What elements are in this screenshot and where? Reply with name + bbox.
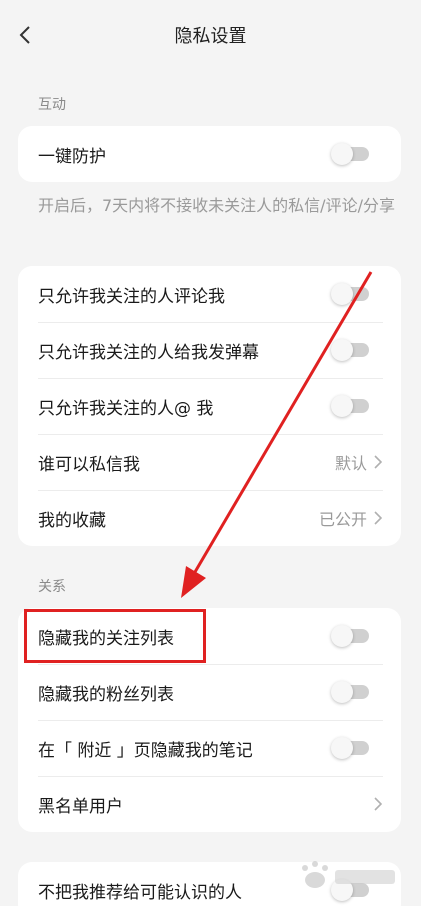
danmu-permission-toggle[interactable] bbox=[331, 339, 371, 361]
row-one-key-protection[interactable]: 一键防护 bbox=[18, 126, 401, 182]
row-label: 隐藏我的粉丝列表 bbox=[38, 684, 174, 705]
row-label: 黑名单用户 bbox=[38, 796, 123, 817]
privacy-settings-page: 隐私设置 互动 一键防护 开启后，7天内将不接收未关注人的私信/评论/分享 只允… bbox=[0, 0, 421, 906]
row-label: 一键防护 bbox=[38, 146, 106, 167]
one-key-protection-toggle[interactable] bbox=[331, 143, 371, 165]
interaction-settings-card: 只允许我关注的人评论我 只允许我关注的人给我发弹幕 只允许我关注的人@ 我 谁可… bbox=[18, 266, 401, 546]
row-hide-fans[interactable]: 隐藏我的粉丝列表 bbox=[18, 664, 401, 720]
row-hide-following[interactable]: 隐藏我的关注列表 bbox=[18, 608, 401, 664]
watermark-logo-icon bbox=[302, 861, 395, 888]
section-label-relation: 关系 bbox=[38, 579, 66, 595]
row-mention-permission[interactable]: 只允许我关注的人@ 我 bbox=[18, 378, 401, 434]
row-hide-nearby[interactable]: 在「 附近 」页隐藏我的笔记 bbox=[18, 720, 401, 776]
comment-permission-toggle[interactable] bbox=[331, 283, 371, 305]
row-my-favorites[interactable]: 我的收藏 已公开 bbox=[18, 490, 401, 546]
one-key-card: 一键防护 bbox=[18, 126, 401, 182]
page-title: 隐私设置 bbox=[174, 26, 247, 47]
chevron-right-icon bbox=[373, 454, 383, 470]
message-permission-value: 默认 bbox=[334, 454, 367, 473]
one-key-hint: 开启后，7天内将不接收未关注人的私信/评论/分享 bbox=[38, 196, 395, 215]
hide-following-toggle[interactable] bbox=[331, 625, 371, 647]
row-comment-permission[interactable]: 只允许我关注的人评论我 bbox=[18, 266, 401, 322]
mention-permission-toggle[interactable] bbox=[331, 395, 371, 417]
chevron-right-icon bbox=[373, 510, 383, 526]
row-label: 只允许我关注的人@ 我 bbox=[38, 398, 214, 419]
relation-settings-card: 隐藏我的关注列表 隐藏我的粉丝列表 在「 附近 」页隐藏我的笔记 黑名单用户 bbox=[18, 608, 401, 832]
row-label: 我的收藏 bbox=[38, 510, 106, 531]
row-blacklist[interactable]: 黑名单用户 bbox=[18, 776, 401, 832]
hide-fans-toggle[interactable] bbox=[331, 681, 371, 703]
section-label-interaction: 互动 bbox=[38, 97, 66, 113]
row-label: 不把我推荐给可能认识的人 bbox=[38, 882, 242, 903]
row-label: 只允许我关注的人给我发弹幕 bbox=[38, 342, 259, 363]
row-label: 谁可以私信我 bbox=[38, 454, 140, 475]
row-message-permission[interactable]: 谁可以私信我 默认 bbox=[18, 434, 401, 490]
hide-nearby-toggle[interactable] bbox=[331, 737, 371, 759]
navigation-bar: 隐私设置 bbox=[0, 0, 421, 70]
row-label: 只允许我关注的人评论我 bbox=[38, 286, 225, 307]
row-label: 隐藏我的关注列表 bbox=[38, 628, 174, 649]
row-danmu-permission[interactable]: 只允许我关注的人给我发弹幕 bbox=[18, 322, 401, 378]
favorites-value: 已公开 bbox=[318, 510, 367, 529]
row-label: 在「 附近 」页隐藏我的笔记 bbox=[38, 740, 253, 761]
chevron-right-icon bbox=[373, 796, 383, 812]
